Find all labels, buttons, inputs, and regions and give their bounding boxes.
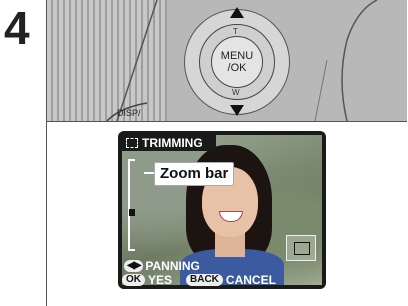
panning-label: PANNING bbox=[145, 259, 200, 273]
trimming-icon bbox=[126, 138, 138, 148]
lcd-button-guide: OK YES BACK CANCEL bbox=[122, 273, 322, 287]
zoom-bar-callout: Zoom bar bbox=[154, 162, 235, 186]
trimming-navigation-box bbox=[286, 235, 316, 261]
ok-label: /OK bbox=[227, 62, 247, 74]
cancel-label: CANCEL bbox=[225, 273, 276, 287]
trimming-title: TRIMMING bbox=[142, 136, 203, 150]
tele-label: T bbox=[233, 27, 238, 36]
camera-back-illustration: T W MENU /OK DISP/ bbox=[47, 0, 407, 122]
yes-label: YES bbox=[148, 273, 173, 287]
up-arrow-icon[interactable] bbox=[230, 7, 244, 18]
wide-label: W bbox=[232, 88, 240, 97]
trimming-navigation-area bbox=[294, 242, 310, 255]
disp-button-label: DISP/ bbox=[117, 108, 141, 118]
menu-label: MENU bbox=[220, 50, 254, 62]
ok-icon: OK bbox=[122, 274, 145, 286]
panning-row: ◀▶ PANNING bbox=[124, 259, 200, 273]
left-right-arrow-icon: ◀▶ bbox=[124, 260, 144, 272]
step-number: 4 bbox=[4, 2, 30, 54]
trimming-title-bar: TRIMMING bbox=[122, 135, 216, 151]
back-icon: BACK bbox=[186, 274, 223, 286]
lcd-screen: TRIMMING Zoom bar ◀▶ PANNING OK YES BACK… bbox=[118, 131, 326, 289]
zoom-bar-bottom-cap bbox=[128, 249, 135, 251]
down-arrow-icon[interactable] bbox=[230, 105, 244, 116]
zoom-bar-indicator bbox=[129, 208, 135, 216]
menu-ok-button[interactable]: MENU /OK bbox=[211, 36, 263, 88]
illustration-frame: T W MENU /OK DISP/ TRIMMING Zoom bar ◀▶ … bbox=[46, 0, 408, 306]
zoom-bar bbox=[128, 159, 130, 251]
